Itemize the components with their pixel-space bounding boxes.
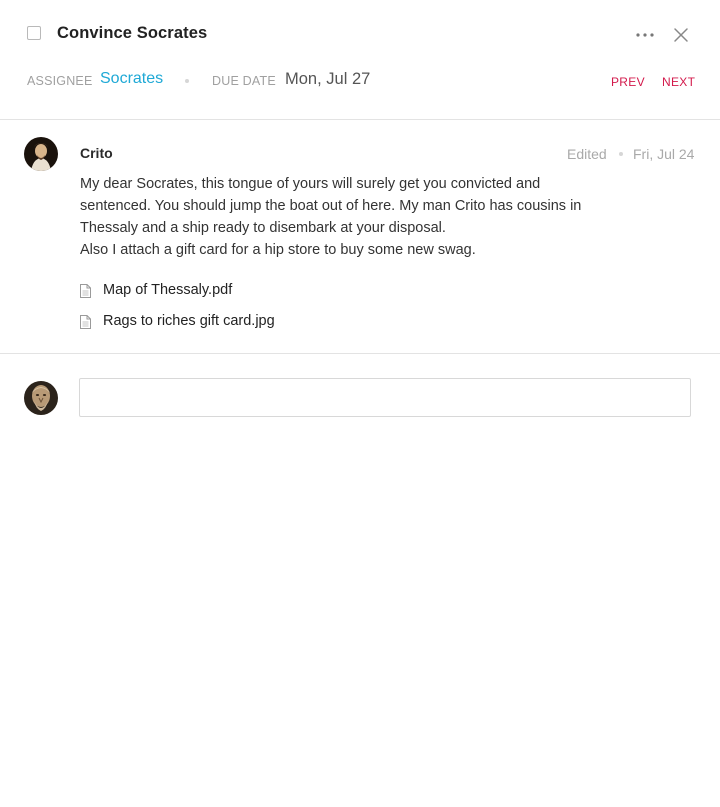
- close-icon[interactable]: [672, 26, 690, 44]
- edited-label: Edited: [567, 146, 607, 162]
- reply-input[interactable]: [79, 378, 691, 417]
- header-divider: [0, 119, 720, 120]
- comment-line: sentenced. You should jump the boat out …: [80, 198, 582, 214]
- assignee-value[interactable]: Socrates: [100, 70, 163, 88]
- due-date-label: DUE DATE: [212, 74, 276, 88]
- attachment-name: Map of Thessaly.pdf: [103, 282, 233, 298]
- comment-line: My dear Socrates, this tongue of yours w…: [80, 176, 541, 192]
- document-icon: [80, 315, 91, 329]
- task-title: Convince Socrates: [57, 24, 208, 42]
- document-icon: [80, 284, 91, 298]
- comment-body: My dear Socrates, this tongue of yours w…: [80, 173, 620, 261]
- attachment-name: Rags to riches gift card.jpg: [103, 313, 275, 329]
- due-date-value[interactable]: Mon, Jul 27: [285, 70, 370, 89]
- more-horizontal-icon[interactable]: [634, 28, 656, 42]
- separator-dot: [619, 152, 623, 156]
- comment-date: Fri, Jul 24: [633, 146, 695, 162]
- comment-divider: [0, 353, 720, 354]
- comment-line: Also I attach a gift card for a hip stor…: [80, 242, 476, 258]
- task-complete-checkbox[interactable]: [27, 26, 41, 40]
- current-user-avatar: [24, 381, 58, 415]
- avatar: [24, 137, 58, 171]
- separator-dot: [185, 79, 189, 83]
- prev-button[interactable]: PREV: [611, 75, 645, 89]
- comment-line: Thessaly and a ship ready to disembark a…: [80, 220, 446, 236]
- next-button[interactable]: NEXT: [662, 75, 695, 89]
- comment-author[interactable]: Crito: [80, 145, 113, 161]
- assignee-label: ASSIGNEE: [27, 74, 93, 88]
